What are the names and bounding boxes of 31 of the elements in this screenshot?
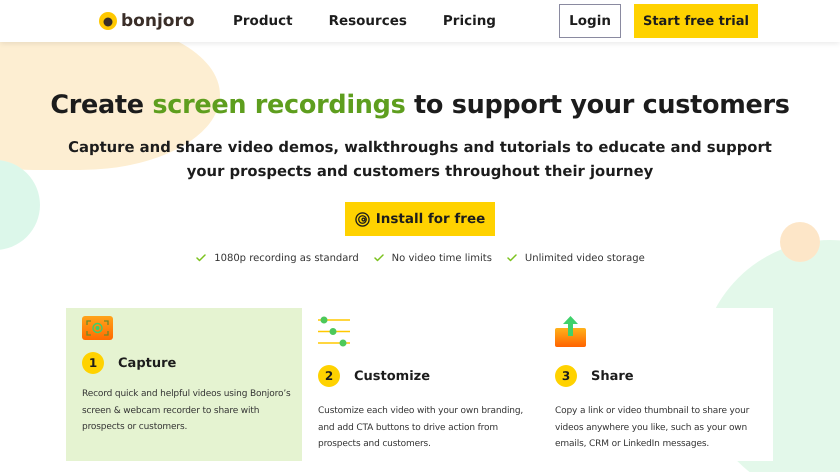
login-button[interactable]: Login: [559, 4, 621, 38]
logo-text[interactable]: bonjoro: [121, 11, 195, 31]
step-number: 1: [82, 352, 104, 374]
check-icon: [372, 252, 385, 264]
spiral-icon: [354, 212, 370, 226]
step-number: 3: [555, 365, 577, 387]
check-icon: [195, 252, 208, 264]
perk-text: No video time limits: [392, 252, 492, 264]
nav-link[interactable]: Product: [233, 13, 293, 29]
hero-subtitle: Capture and share video demos, walkthroughs and tutorials to educate and support your prospects and customers throughout their journey: [67, 138, 773, 182]
upload-tray-icon: [555, 316, 586, 347]
step-number: 2: [318, 365, 340, 387]
check-icon: [506, 252, 518, 264]
step-title: Capture: [118, 356, 176, 370]
step-description: Customize each video with your own branding, and add CTA buttons to drive action from prospects and customers.: [318, 405, 524, 451]
step-description: Record quick and helpful videos using Bonjoro’s screen & webcam recorder to share with prospects or customers.: [82, 388, 292, 434]
step-description: Copy a link or video thumbnail to share your videos anywhere you like, such as your own emails, CRM or LinkedIn messages.: [555, 405, 750, 451]
step-title: Customize: [354, 368, 430, 384]
perk-text: 1080p recording as standard: [214, 252, 359, 264]
hero-headline: Create screen recordings to support your customers: [50, 90, 790, 120]
nav-link[interactable]: Pricing: [442, 13, 496, 29]
nav-link[interactable]: Resources: [328, 13, 407, 29]
start-trial-button[interactable]: Start free trial: [634, 4, 758, 38]
step-card[interactable]: 1 Capture Record quick and helpful videos using Bonjoro’s screen & webcam recorder to share with prospects or customers.: [66, 308, 302, 460]
background-blob: [780, 222, 820, 262]
camera-frame-icon: [82, 316, 113, 340]
sliders-icon: [318, 316, 350, 347]
logo-icon: [99, 12, 117, 30]
install-button[interactable]: Install for free: [344, 202, 496, 236]
perk-text: Unlimited video storage: [524, 252, 645, 264]
step-title: Share: [591, 368, 634, 384]
